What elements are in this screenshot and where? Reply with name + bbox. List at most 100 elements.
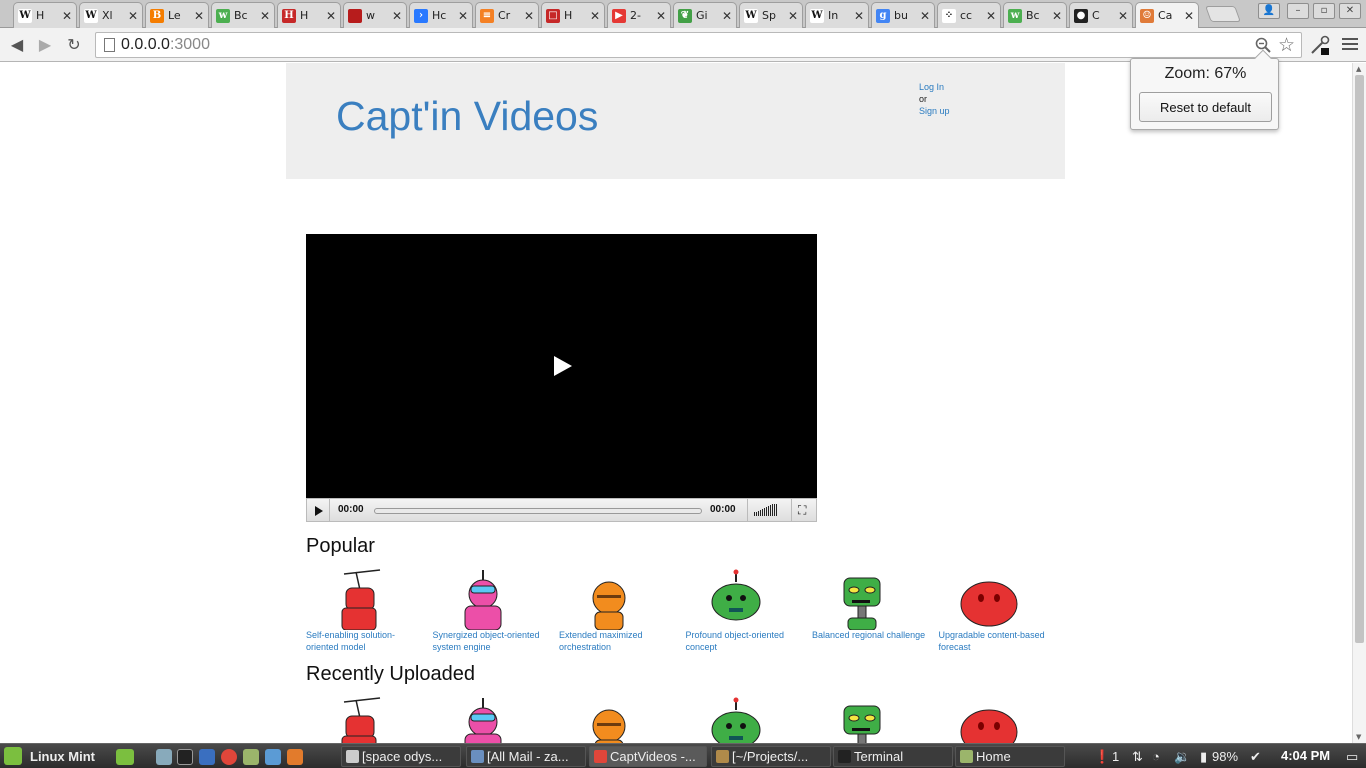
browser-tab[interactable]: W In ✕ [805,2,869,28]
taskbar-window-button[interactable]: [All Mail - za... [466,746,586,767]
update-shield-icon[interactable]: ✔ [1250,749,1261,765]
video-title-link[interactable]: Profound object-oriented concept [686,629,804,653]
back-arrow-icon[interactable]: ◀ [6,34,28,56]
robot-thumbnail[interactable] [577,696,641,743]
tab-close-icon[interactable]: ✕ [128,9,138,23]
show-workspace-icon[interactable]: ▭ [1346,749,1358,765]
tab-close-icon[interactable]: ✕ [392,9,402,23]
browser-tab[interactable]: W H ✕ [13,2,77,28]
thunderbird-launcher-icon[interactable] [199,749,215,765]
login-link[interactable]: Log In [919,81,950,93]
robot-thumbnail[interactable] [704,568,768,630]
tab-close-icon[interactable]: ✕ [326,9,336,23]
screenshot-launcher-icon[interactable] [156,749,172,765]
video-title-link[interactable]: Self-enabling solution-oriented model [306,629,424,653]
start-menu[interactable]: Linux Mint [4,747,95,765]
browser-tab[interactable]: w ✕ [343,2,407,28]
scroll-down-icon[interactable]: ▼ [1356,733,1361,741]
reset-zoom-button[interactable]: Reset to default [1139,92,1272,122]
alert-icon[interactable]: ❗ [1094,749,1110,765]
browser-tab[interactable]: › Hc ✕ [409,2,473,28]
browser-tab[interactable]: w Bc ✕ [211,2,275,28]
progress-bar[interactable] [374,508,702,514]
scrollbar-thumb[interactable] [1355,75,1364,643]
browser-tab[interactable]: w Bc ✕ [1003,2,1067,28]
video-player[interactable]: 00:00 00:00 ⛶ [306,234,817,522]
volume-slider[interactable] [754,504,786,516]
sublime-launcher-icon[interactable] [287,749,303,765]
taskbar-window-button[interactable]: CaptVideos -... [589,746,707,767]
wifi-icon[interactable]: ◔ [1152,749,1160,764]
browser-tab[interactable]: g bu ✕ [871,2,935,28]
tab-close-icon[interactable]: ✕ [524,9,534,23]
fullscreen-icon[interactable]: ⛶ [798,504,810,516]
tab-close-icon[interactable]: ✕ [260,9,270,23]
big-play-icon[interactable] [554,356,572,376]
robot-thumbnail[interactable] [957,568,1021,630]
browser-tab[interactable]: W Sp ✕ [739,2,803,28]
chrome-launcher-icon[interactable] [221,749,237,765]
terminal-launcher-icon[interactable] [177,749,193,765]
taskbar-window-button[interactable]: [~/Projects/... [711,746,831,767]
forward-arrow-icon[interactable]: ▶ [34,34,56,56]
tab-close-icon[interactable]: ✕ [788,9,798,23]
robot-thumbnail[interactable] [704,696,768,743]
browser-tab[interactable]: ● C ✕ [1069,2,1133,28]
robot-thumbnail[interactable] [957,696,1021,743]
page-scrollbar[interactable]: ▲ ▼ [1352,63,1366,743]
video-title-link[interactable]: Synergized object-oriented system engine [433,629,551,653]
notification-count[interactable]: 1 [1112,749,1119,764]
tab-close-icon[interactable]: ✕ [194,9,204,23]
address-bar[interactable]: 0.0.0.0:3000 ☆ [95,32,1302,58]
taskbar-window-button[interactable]: Home [955,746,1065,767]
robot-thumbnail[interactable] [830,696,894,743]
extension-icon[interactable] [1309,34,1331,56]
reload-icon[interactable]: ↻ [63,34,85,56]
robot-thumbnail[interactable] [451,696,515,743]
browser-tab[interactable]: H H ✕ [277,2,341,28]
network-icon[interactable]: ⇅ [1132,749,1143,765]
scroll-up-icon[interactable]: ▲ [1356,65,1361,73]
tab-close-icon[interactable]: ✕ [62,9,72,23]
tab-close-icon[interactable]: ✕ [1184,9,1194,23]
files-launcher-icon[interactable] [243,749,259,765]
tab-close-icon[interactable]: ✕ [656,9,666,23]
browser-tab[interactable]: ⁘ cc ✕ [937,2,1001,28]
tab-close-icon[interactable]: ✕ [1052,9,1062,23]
taskbar-window-button[interactable]: Terminal [833,746,953,767]
clock[interactable]: 4:04 PM [1281,748,1330,763]
tab-close-icon[interactable]: ✕ [986,9,996,23]
robot-thumbnail[interactable] [324,568,388,631]
browser-tab[interactable]: ❦ Gi ✕ [673,2,737,28]
robot-thumbnail[interactable] [830,568,894,631]
signup-link[interactable]: Sign up [919,105,950,117]
new-tab-button[interactable] [1205,6,1241,22]
play-button[interactable] [315,506,323,516]
maximize-button[interactable]: ▫ [1313,3,1335,19]
chrome-menu-icon[interactable] [1342,36,1358,52]
close-window-button[interactable]: ✕ [1339,3,1361,19]
browser-tab[interactable]: W Xl ✕ [79,2,143,28]
robot-thumbnail[interactable] [324,696,388,743]
virtualbox-launcher-icon[interactable] [265,749,281,765]
bookmark-star-icon[interactable]: ☆ [1278,34,1295,56]
browser-tab[interactable]: □ H ✕ [541,2,605,28]
browser-tab[interactable]: B Le ✕ [145,2,209,28]
tab-close-icon[interactable]: ✕ [854,9,864,23]
volume-icon[interactable]: 🔉 [1174,749,1190,765]
profile-icon[interactable]: 👤 [1258,3,1280,19]
minimize-button[interactable]: – [1287,3,1309,19]
browser-tab[interactable]: ≡ Cr ✕ [475,2,539,28]
tab-close-icon[interactable]: ✕ [722,9,732,23]
show-desktop-icon[interactable] [116,749,134,765]
video-title-link[interactable]: Extended maximized orchestration [559,629,677,653]
tab-close-icon[interactable]: ✕ [590,9,600,23]
robot-thumbnail[interactable] [577,568,641,631]
tab-close-icon[interactable]: ✕ [920,9,930,23]
tab-close-icon[interactable]: ✕ [1118,9,1128,23]
battery-icon[interactable]: ▮ [1200,749,1207,765]
browser-tab[interactable]: ☺ Ca ✕ [1135,2,1199,28]
taskbar-window-button[interactable]: [space odys... [341,746,461,767]
robot-thumbnail[interactable] [451,568,515,631]
site-title[interactable]: Capt'in Videos [336,93,598,140]
